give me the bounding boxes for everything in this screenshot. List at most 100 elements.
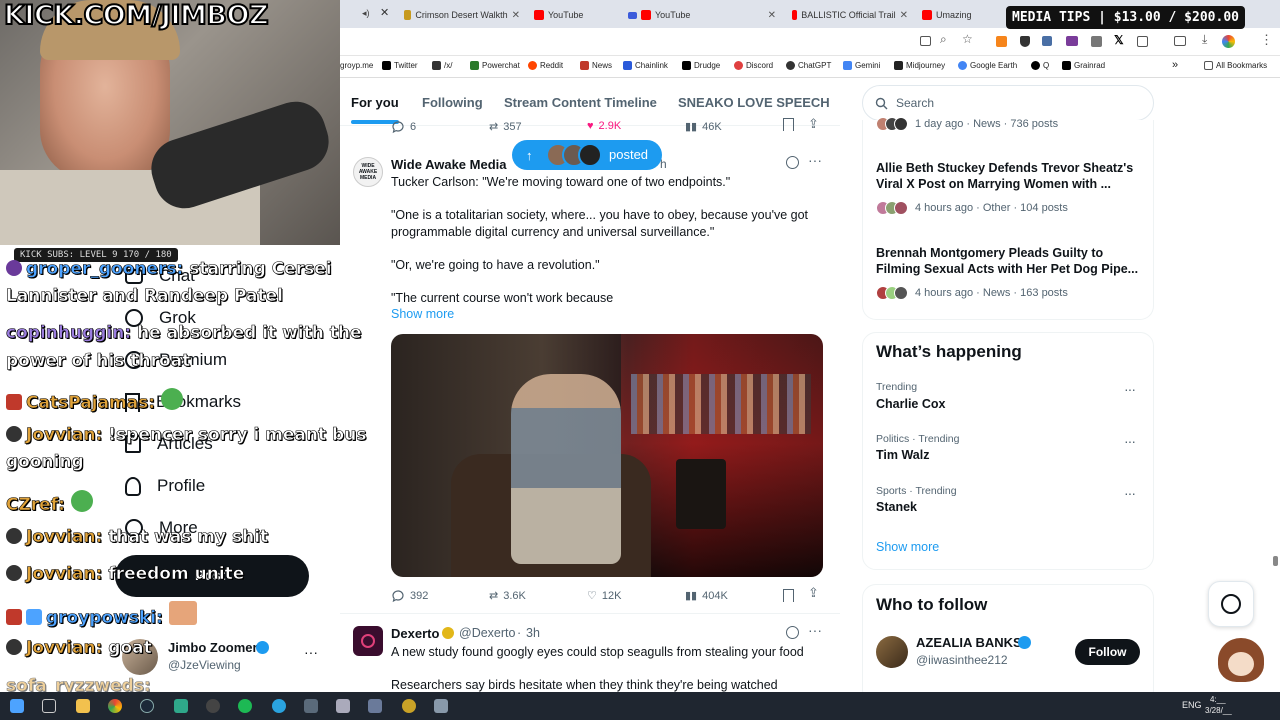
bookmark-item[interactable]: Google Earth [958, 61, 1017, 70]
avatar[interactable] [876, 636, 908, 668]
close-tab-icon[interactable]: ✕ [380, 6, 389, 19]
bookmark-item[interactable]: Drudge [682, 61, 720, 70]
all-bookmarks[interactable]: All Bookmarks [1204, 61, 1267, 70]
grok-floating-button[interactable] [1208, 581, 1254, 627]
tweet-author-name[interactable]: Dexerto [391, 626, 439, 641]
more-options-icon[interactable]: ··· [808, 152, 822, 168]
bookmark-item[interactable]: ChatGPT [786, 61, 831, 70]
repost-button[interactable]: ⇄ 357 [489, 120, 522, 134]
news-headline[interactable]: Allie Beth Stuckey Defends Trevor Sheatz… [876, 160, 1144, 192]
app-icon[interactable] [368, 699, 382, 713]
app-icon[interactable] [174, 699, 188, 713]
more-options-icon[interactable]: ··· [304, 644, 318, 660]
shield-icon[interactable] [1020, 36, 1030, 47]
x-icon[interactable]: 𝕏 [1114, 33, 1124, 47]
trend-name[interactable]: Stanek [876, 500, 917, 514]
bookmark-item[interactable]: Discord [734, 61, 773, 70]
grok-icon[interactable] [786, 626, 799, 639]
reply-button[interactable]: 6 [391, 120, 416, 134]
bookmark-item[interactable]: Twitter [382, 61, 418, 70]
clock-date[interactable]: 3/28/__ [1205, 706, 1232, 715]
more-options-icon[interactable]: ··· [1124, 433, 1136, 449]
telegram-icon[interactable] [272, 699, 286, 713]
extension-icon[interactable] [1091, 36, 1102, 47]
close-tab-icon[interactable]: ✕ [512, 10, 520, 21]
nav-item-profile[interactable]: Profile [125, 476, 205, 496]
bookmark-item[interactable]: /x/ [432, 61, 452, 70]
tweet-author-handle[interactable]: @Dexerto [459, 626, 515, 640]
star-icon[interactable]: ☆ [962, 32, 973, 46]
menu-icon[interactable]: ⋮ [1260, 32, 1273, 48]
browser-tab[interactable]: BALLISTIC Official Trail ✕ [786, 4, 914, 26]
bookmark-icon[interactable] [783, 118, 794, 131]
share-icon[interactable]: ⇪ [808, 585, 819, 601]
app-icon[interactable] [434, 699, 448, 713]
close-tab-icon[interactable]: ✕ [900, 10, 908, 21]
like-button[interactable]: ♥ 2.9K [587, 120, 621, 132]
profile-avatar-icon[interactable] [1222, 35, 1235, 48]
spotify-icon[interactable] [238, 699, 252, 713]
bookmark-item[interactable]: News [580, 61, 612, 70]
follow-button[interactable]: Follow [1075, 639, 1140, 665]
tweet-author-name[interactable]: Wide Awake Media [391, 157, 506, 172]
scrollbar-thumb[interactable] [1273, 556, 1278, 566]
chevron-right-icon[interactable]: » [1172, 59, 1178, 71]
more-options-icon[interactable]: ··· [1124, 485, 1136, 501]
app-icon[interactable] [304, 699, 318, 713]
bookmark-item[interactable]: Gemini [843, 61, 880, 70]
app-icon[interactable] [336, 699, 350, 713]
new-posts-pill[interactable]: ↑ posted [512, 140, 662, 170]
browser-tab[interactable]: Umazing [916, 4, 1006, 26]
follow-suggestion-name[interactable]: AZEALIA BANKS [916, 635, 1022, 650]
clock-time[interactable]: 4:__ [1210, 695, 1226, 704]
task-view-icon[interactable] [42, 699, 56, 713]
obs-icon[interactable] [206, 699, 220, 713]
show-more-link[interactable]: Show more [391, 307, 454, 321]
browser-tab[interactable]: Crimson Desert Walkth ✕ [398, 4, 526, 26]
language-indicator[interactable]: ENG [1182, 700, 1202, 710]
bookmark-item[interactable]: groyp.me [340, 61, 373, 70]
tab-stream-content-timeline[interactable]: Stream Content Timeline [504, 95, 657, 110]
trend-name[interactable]: Tim Walz [876, 448, 929, 462]
browser-tab[interactable]: YouTube ✕ [622, 4, 782, 26]
bookmark-item[interactable]: Midjourney [894, 61, 945, 70]
download-icon[interactable]: ⤓ [1202, 32, 1207, 47]
puzzle-icon[interactable] [1137, 36, 1148, 47]
trend-name[interactable]: Charlie Cox [876, 397, 945, 411]
zoom-icon[interactable]: ⌕ [940, 32, 947, 47]
extension-icon[interactable] [1066, 36, 1078, 46]
bookmark-item[interactable]: Powerchat [470, 61, 520, 70]
tab-following[interactable]: Following [422, 95, 483, 110]
app-icon[interactable] [402, 699, 416, 713]
steam-icon[interactable] [140, 699, 154, 713]
metamask-icon[interactable] [996, 36, 1007, 47]
extension-icon[interactable] [1042, 36, 1052, 46]
bookmark-icon[interactable] [783, 589, 794, 602]
sidebar-icon[interactable] [1174, 36, 1186, 46]
tab-sneako-love-speech[interactable]: SNEAKO LOVE SPEECH [678, 95, 830, 110]
bookmark-item[interactable]: Grainrad [1062, 61, 1105, 70]
news-headline[interactable]: Brennah Montgomery Pleads Guilty to Film… [876, 245, 1144, 277]
tweet-video[interactable] [391, 334, 823, 577]
tweet-avatar[interactable]: WIDE AWAKE MEDIA [353, 157, 383, 187]
screenshot-icon[interactable] [920, 36, 931, 46]
like-button[interactable]: ♡ 12K [587, 589, 621, 603]
bookmark-item[interactable]: Reddit [528, 61, 563, 70]
grok-icon[interactable] [786, 156, 799, 169]
speaker-icon[interactable]: ◂) [362, 8, 370, 19]
search-input[interactable]: Search [862, 85, 1154, 121]
views-button[interactable]: ▮▮ 404K [685, 589, 728, 603]
views-button[interactable]: ▮▮ 46K [685, 120, 722, 134]
more-options-icon[interactable]: ··· [808, 622, 822, 638]
bookmark-item[interactable]: Q [1031, 61, 1049, 70]
chrome-icon[interactable] [108, 699, 122, 713]
file-explorer-icon[interactable] [76, 699, 90, 713]
share-icon[interactable]: ⇪ [808, 116, 819, 132]
more-options-icon[interactable]: ··· [1124, 381, 1136, 397]
close-tab-icon[interactable]: ✕ [768, 10, 776, 21]
show-more-link[interactable]: Show more [876, 540, 939, 554]
bookmark-item[interactable]: Chainlink [623, 61, 668, 70]
repost-button[interactable]: ⇄ 3.6K [489, 589, 526, 603]
tab-for-you[interactable]: For you [351, 95, 399, 124]
windows-start-icon[interactable] [10, 699, 24, 713]
